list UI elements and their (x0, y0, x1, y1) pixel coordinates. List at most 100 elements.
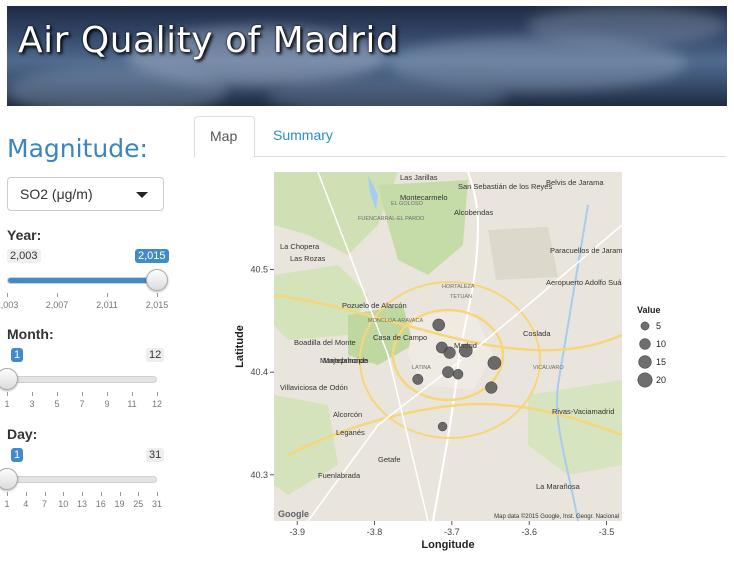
day-tick-label: 7 (41, 499, 48, 509)
map-place-label: Las Jarillas (400, 173, 438, 182)
magnitude-select-value: SO2 (μg/m) (20, 186, 93, 202)
month-handle[interactable] (0, 368, 18, 390)
data-point (432, 318, 446, 332)
tab-summary[interactable]: Summary (258, 116, 348, 157)
day-slider[interactable]: Day: 1 31 1 4 7 10 13 16 19 25 31 (0, 426, 167, 509)
month-tick (82, 392, 83, 396)
tab-map[interactable]: Map (194, 116, 255, 158)
x-tick-label: -3.5 (599, 527, 615, 537)
day-tick-label: 1 (4, 499, 10, 509)
day-tick (25, 492, 27, 496)
x-tick-label: -3.8 (367, 527, 383, 537)
day-tick (157, 492, 158, 496)
day-tick (138, 492, 140, 496)
map-place-label: HORTALEZA (442, 284, 475, 290)
map-place-label: Monteprincipe (320, 356, 367, 365)
day-track[interactable] (7, 476, 157, 483)
year-value-label: 2,015 (135, 249, 169, 263)
day-handle[interactable] (0, 468, 18, 490)
day-tick (82, 492, 83, 496)
map-attribution: Map data ©2015 Google, Inst. Geogr. Naci… (494, 513, 619, 520)
legend-key (638, 355, 652, 369)
year-track[interactable] (7, 277, 157, 284)
year-tick-label: 2,007 (45, 300, 69, 310)
year-tick (157, 293, 158, 297)
y-tick-label: 40.4 (250, 367, 268, 377)
map-place-label: FUENCARRAL-EL PARDO (358, 216, 425, 222)
month-tick (32, 392, 33, 396)
year-tick-label: 2,003 (0, 300, 19, 310)
day-tick (44, 492, 46, 496)
year-fill (8, 278, 156, 283)
map-place-label: Getafe (378, 455, 401, 464)
map-place-label: Aeropuerto Adolfo Suárez Madrid-Barajas (546, 278, 673, 287)
day-ticks: 1 4 7 10 13 16 19 25 31 (4, 492, 167, 512)
google-logo: Google (278, 509, 309, 519)
day-tick-label: 4 (23, 499, 29, 509)
data-point (412, 373, 424, 385)
y-axis-label: Latitude (234, 325, 246, 368)
month-tick (57, 392, 58, 396)
data-point (458, 343, 473, 358)
day-tick (7, 492, 8, 496)
map-place-label: VICÁLVARO (533, 364, 564, 371)
month-max-label: 12 (146, 348, 165, 362)
legend-label: 5 (656, 321, 661, 331)
map-plot-svg: Las Jarillas San Sebastián de los Reyes Al… (234, 172, 673, 551)
month-tick-label: 3 (29, 399, 35, 409)
map-plot: Las Jarillas San Sebastián de los Reyes Al… (228, 165, 673, 553)
year-handle[interactable] (146, 269, 168, 291)
map-place-label: La Chopera (280, 242, 320, 251)
year-slider[interactable]: Year: 2,003 2,015 2,003 2,007 2,011 2,015 (0, 227, 169, 310)
day-tick-label: 31 (151, 499, 163, 509)
day-tick (100, 492, 102, 496)
year-tick (7, 293, 8, 297)
day-tick-label: 16 (95, 499, 106, 509)
month-value-label: 1 (11, 348, 24, 362)
tab-bar: Map Summary (194, 116, 726, 158)
day-value-label: 1 (11, 448, 24, 462)
map-place-label: Fuenlabrada (318, 471, 361, 480)
legend-key (639, 338, 651, 350)
day-tick (119, 492, 121, 496)
month-tick-label: 5 (54, 399, 60, 409)
y-tick-label: 40.3 (250, 470, 268, 480)
map-place-label: Villaviciosa de Odón (280, 383, 348, 392)
day-label: Day: (7, 426, 38, 442)
month-tick (157, 392, 158, 396)
y-tick-label: 40.5 (250, 265, 268, 275)
map-place-label: Coslada (523, 329, 551, 338)
month-tick (107, 392, 108, 396)
map-place-label: San Sebastián de los Reyes (458, 182, 552, 191)
map-place-label: TETUÁN (450, 293, 472, 300)
day-max-label: 31 (146, 448, 165, 462)
day-tick (63, 492, 65, 496)
data-point (442, 366, 454, 379)
month-tick-label: 9 (104, 399, 110, 409)
month-slider[interactable]: Month: 1 12 1 3 5 7 9 11 12 (0, 326, 167, 409)
data-point (485, 381, 498, 394)
map-place-label: Casa de Campo (373, 333, 427, 342)
month-track[interactable] (7, 376, 157, 383)
x-tick-label: -3.6 (521, 527, 537, 537)
app-title: Air Quality of Madrid (18, 20, 400, 61)
map-place-label: Las Rozas (290, 254, 326, 263)
chevron-down-icon (136, 192, 148, 198)
x-axis-label: Longitude (421, 539, 474, 551)
map-place-label: Leganés (336, 428, 365, 437)
map-place-label: Rivas-Vaciamadrid (552, 407, 614, 416)
day-tick-label: 19 (114, 499, 125, 509)
month-label: Month: (7, 326, 54, 342)
legend: Value 5 10 15 20 (637, 305, 666, 388)
legend-label: 15 (656, 357, 666, 367)
day-tick-label: 13 (76, 499, 88, 509)
month-tick-label: 7 (79, 399, 85, 409)
year-tick (107, 293, 108, 297)
year-tick-label: 2,011 (96, 300, 118, 310)
legend-label: 10 (656, 339, 666, 349)
map-place-label: Paracuellos de Jarama (550, 246, 628, 255)
magnitude-select[interactable]: SO2 (μg/m) (7, 177, 164, 211)
year-tick (57, 293, 58, 297)
year-tick-label: 2,015 (145, 300, 169, 310)
header-banner: Air Quality of Madrid (7, 6, 727, 106)
